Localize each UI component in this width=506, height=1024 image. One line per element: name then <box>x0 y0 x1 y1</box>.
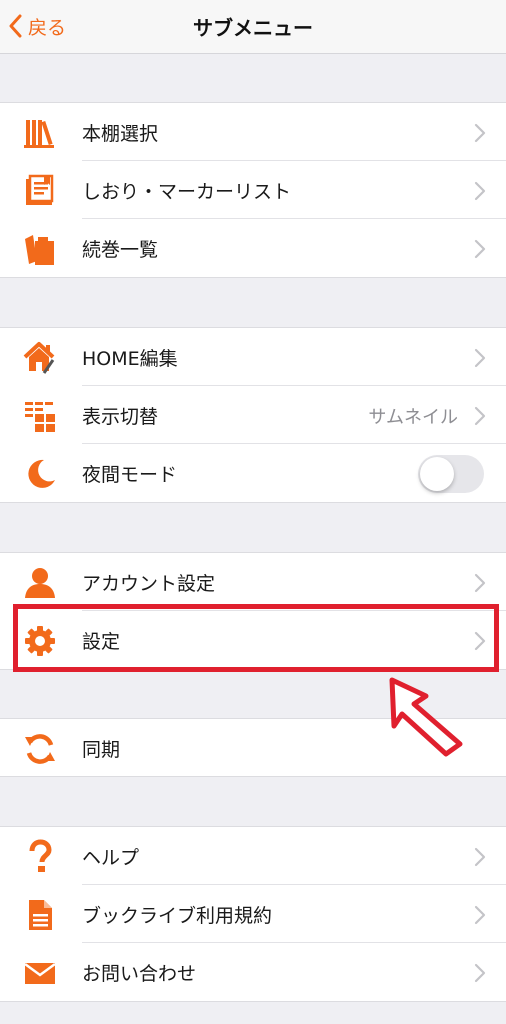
menu-item-home-edit[interactable]: HOME編集 <box>0 328 506 386</box>
menu-section-library: 本棚選択 しおり・マーカーリスト 続巻一覧 <box>0 102 506 278</box>
menu-item-label: 同期 <box>82 739 121 761</box>
display-mode-value: サムネイル <box>368 407 458 428</box>
grid-view-icon <box>22 398 58 434</box>
chevron-right-icon <box>474 181 486 201</box>
menu-item-terms-of-use[interactable]: ブックライブ利用規約 <box>0 885 506 943</box>
menu-item-display-toggle[interactable]: 表示切替 サムネイル <box>0 386 506 444</box>
chevron-right-icon <box>474 348 486 368</box>
night-mode-toggle[interactable] <box>418 455 484 493</box>
chevron-right-icon <box>474 573 486 593</box>
document-icon <box>22 897 58 933</box>
app-screen: 戻る サブメニュー 本棚選択 しおり・マーカーリスト 続巻一覧 HOME編集 表… <box>0 0 506 1024</box>
mail-icon <box>22 955 58 991</box>
menu-item-series-list[interactable]: 続巻一覧 <box>0 219 506 277</box>
sync-icon <box>22 731 58 767</box>
navigation-bar: 戻る サブメニュー <box>0 0 506 54</box>
menu-item-settings[interactable]: 設定 <box>0 611 506 669</box>
moon-icon <box>22 456 58 492</box>
menu-item-label: ブックライブ利用規約 <box>82 905 273 927</box>
chevron-right-icon <box>474 847 486 867</box>
page-title: サブメニュー <box>193 16 313 40</box>
chevron-right-icon <box>474 406 486 426</box>
menu-section-settings: アカウント設定 設定 <box>0 552 506 670</box>
chevron-right-icon <box>474 123 486 143</box>
chevron-right-icon <box>474 905 486 925</box>
menu-item-bookmark-list[interactable]: しおり・マーカーリスト <box>0 161 506 219</box>
series-books-icon <box>22 231 58 267</box>
menu-item-label: HOME編集 <box>82 348 178 370</box>
menu-item-label: お問い合わせ <box>82 963 197 985</box>
menu-item-label: 本棚選択 <box>82 123 159 145</box>
menu-item-bookshelf-select[interactable]: 本棚選択 <box>0 103 506 161</box>
chevron-right-icon <box>474 239 486 259</box>
menu-section-display: HOME編集 表示切替 サムネイル 夜間モード <box>0 327 506 503</box>
chevron-right-icon <box>474 631 486 651</box>
gear-icon <box>22 623 58 659</box>
bookshelf-icon <box>22 115 58 151</box>
menu-section-support: ヘルプ ブックライブ利用規約 お問い合わせ <box>0 826 506 1002</box>
user-icon <box>22 565 58 601</box>
pointer-arrow-icon <box>389 677 463 757</box>
bookmark-list-icon <box>22 173 58 209</box>
chevron-right-icon <box>474 963 486 983</box>
menu-item-label: しおり・マーカーリスト <box>82 181 292 203</box>
toggle-knob <box>420 457 454 491</box>
menu-item-label: 夜間モード <box>82 464 178 486</box>
menu-item-label: 表示切替 <box>82 406 159 428</box>
menu-item-label: 続巻一覧 <box>82 239 159 261</box>
menu-item-label: アカウント設定 <box>82 573 216 595</box>
menu-item-contact[interactable]: お問い合わせ <box>0 943 506 1001</box>
menu-item-label: 設定 <box>82 631 121 653</box>
menu-item-night-mode: 夜間モード <box>0 444 506 502</box>
help-icon <box>22 839 58 875</box>
menu-item-help[interactable]: ヘルプ <box>0 827 506 885</box>
menu-item-account-settings[interactable]: アカウント設定 <box>0 553 506 611</box>
home-edit-icon <box>22 340 58 376</box>
menu-item-label: ヘルプ <box>82 847 140 869</box>
